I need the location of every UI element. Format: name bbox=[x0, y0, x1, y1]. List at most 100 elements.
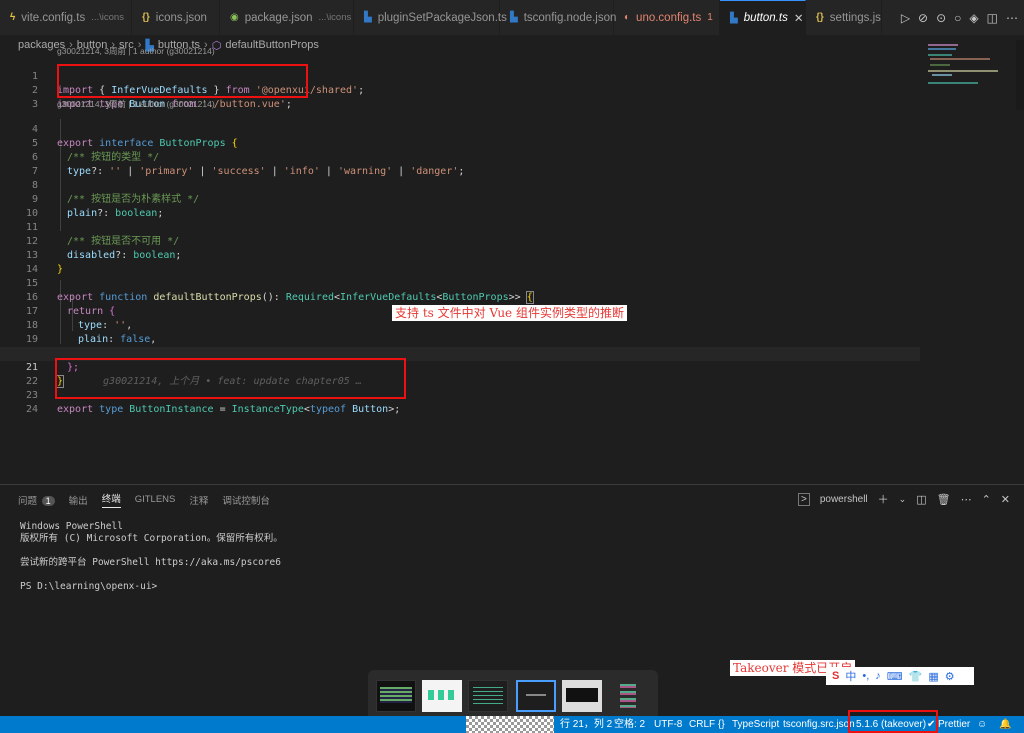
tab-label: icons.json bbox=[155, 11, 207, 24]
tab-settings-json[interactable]: {} settings.json bbox=[806, 0, 882, 35]
window-thumbnail-active[interactable] bbox=[516, 680, 556, 712]
editor-scrollbar[interactable] bbox=[1016, 40, 1024, 110]
transparency-pattern bbox=[466, 716, 554, 733]
code-editor[interactable]: g30021214, 3周前 | 1 author (g30021214) 1 … bbox=[0, 46, 920, 475]
terminal-output[interactable]: Windows PowerShell 版权所有 (C) Microsoft Cor… bbox=[20, 521, 283, 593]
indentation[interactable]: 空格: 2 bbox=[614, 716, 645, 733]
panel-tabs: 问题 1 输出 终端 GITLENS 注释 调试控制台 bbox=[18, 491, 270, 508]
new-terminal-icon[interactable]: ＋ bbox=[878, 491, 889, 507]
microphone-icon[interactable]: ♪ bbox=[875, 670, 881, 682]
tab-problem-count: 1 bbox=[707, 12, 713, 23]
tab-label: pluginSetPackageJson.ts bbox=[377, 11, 507, 24]
close-icon[interactable]: ✕ bbox=[1001, 493, 1010, 506]
bell-icon[interactable]: 🔔 bbox=[999, 716, 1011, 733]
gitlens-icon[interactable]: ◈ bbox=[969, 11, 978, 25]
tab-comments[interactable]: 注释 bbox=[189, 493, 208, 507]
code-line: 19 disabled: false, bbox=[0, 319, 920, 359]
grid-icon[interactable]: ▦ bbox=[928, 670, 938, 683]
tab-description: ...\icons bbox=[318, 12, 352, 23]
tab-problems[interactable]: 问题 1 bbox=[18, 493, 55, 507]
code-line: 20 }; bbox=[0, 333, 920, 373]
code-line: 8 /** 按钮是否为朴素样式 */ bbox=[0, 165, 920, 205]
more-actions-icon[interactable]: ⋯ bbox=[1006, 11, 1018, 25]
code-line: 17 type: '', bbox=[0, 291, 920, 331]
code-text: export type ButtonInstance = InstanceTyp… bbox=[57, 404, 401, 415]
tab-gitlens[interactable]: GITLENS bbox=[135, 494, 176, 505]
language-mode[interactable]: TypeScript bbox=[732, 716, 779, 733]
json-braces-icon: {} bbox=[142, 12, 150, 23]
terminal-line: 版权所有 (C) Microsoft Corporation。保留所有权利。 bbox=[20, 533, 283, 544]
terminal-shell-icon: > bbox=[797, 492, 810, 506]
settings-icon[interactable]: ⚙ bbox=[945, 670, 955, 683]
tab-output[interactable]: 输出 bbox=[69, 493, 88, 507]
tab-vite-config[interactable]: ϟ vite.config.ts ...\icons bbox=[0, 0, 132, 35]
code-line: 16 return { bbox=[0, 277, 920, 317]
tab-button-ts[interactable]: ▙ button.ts ✕ bbox=[720, 0, 806, 35]
keyboard-icon[interactable]: ⌨ bbox=[887, 670, 903, 683]
close-icon[interactable]: ✕ bbox=[794, 11, 804, 25]
run-icon[interactable]: ▷ bbox=[901, 11, 910, 25]
minimap[interactable] bbox=[920, 40, 1016, 100]
punctuation-icon[interactable]: •, bbox=[862, 670, 869, 682]
problems-badge: 1 bbox=[41, 495, 55, 506]
compare-icon[interactable]: ⊙ bbox=[936, 11, 946, 25]
tab-tsconfig-node-json[interactable]: ▙ tsconfig.node.json bbox=[500, 0, 617, 35]
code-line: 9 plain?: boolean; bbox=[0, 179, 920, 219]
window-thumbnail[interactable] bbox=[376, 680, 416, 712]
code-line: 14 bbox=[0, 249, 920, 275]
ts-bolt-icon: ϟ bbox=[10, 12, 16, 23]
tab-plugin-set-package-json[interactable]: ▙ pluginSetPackageJson.ts bbox=[354, 0, 507, 35]
terminal-line: 尝试新的跨平台 PowerShell https://aka.ms/pscore… bbox=[20, 557, 281, 568]
skin-icon[interactable]: 👕 bbox=[909, 670, 923, 683]
end-of-line[interactable]: CRLF bbox=[689, 716, 715, 733]
code-line: 12 disabled?: boolean; bbox=[0, 221, 920, 261]
chevron-down-icon[interactable]: ⌄ bbox=[899, 494, 907, 505]
window-thumbnail[interactable] bbox=[562, 680, 602, 712]
highlight-box-button-instance bbox=[55, 358, 406, 399]
window-thumbnail[interactable] bbox=[422, 680, 462, 712]
minimap-preview bbox=[928, 44, 998, 84]
braces-icon: {} bbox=[718, 719, 725, 730]
window-thumbnail[interactable] bbox=[608, 680, 648, 712]
window-thumbnail[interactable] bbox=[468, 680, 508, 712]
code-line: 11 /** 按钮是否不可用 */ bbox=[0, 207, 920, 247]
chinese-input-icon[interactable]: 中 bbox=[845, 668, 856, 684]
tab-terminal[interactable]: 终端 bbox=[101, 491, 121, 508]
ime-icon[interactable]: S bbox=[832, 670, 839, 682]
tsconfig-file[interactable]: tsconfig.src.json bbox=[783, 716, 855, 733]
tab-icons-json[interactable]: {} icons.json bbox=[132, 0, 220, 35]
cursor-position[interactable]: 行 21，列 2 bbox=[560, 716, 612, 733]
circle-icon[interactable]: ○ bbox=[954, 11, 961, 25]
json-braces-icon: {} bbox=[816, 12, 824, 23]
tab-debug-console[interactable]: 调试控制台 bbox=[222, 493, 270, 507]
split-terminal-icon[interactable]: ◫ bbox=[916, 493, 926, 506]
system-tray-icons: S 中 •, ♪ ⌨ 👕 ▦ ⚙ bbox=[826, 667, 974, 685]
ts-file-icon: ▙ bbox=[364, 12, 372, 23]
uno-icon: ◐ bbox=[624, 12, 631, 23]
code-line: 13 } bbox=[0, 235, 920, 275]
debug-icon[interactable]: ⊘ bbox=[918, 11, 928, 25]
npm-package-icon: ◉ bbox=[230, 12, 239, 23]
feedback-icon[interactable]: ☺ bbox=[977, 716, 987, 733]
prettier-status[interactable]: Prettier bbox=[938, 716, 970, 733]
tab-uno-config[interactable]: ◐ uno.config.ts 1 bbox=[614, 0, 720, 35]
encoding[interactable]: UTF-8 bbox=[654, 716, 682, 733]
editor-actions: ▷ ⊘ ⊙ ○ ◈ ◫ ⋯ bbox=[894, 0, 1024, 35]
tab-package-json[interactable]: ◉ package.json ...\icons bbox=[220, 0, 354, 35]
more-actions-icon[interactable]: ⋯ bbox=[961, 493, 972, 506]
maximize-panel-icon[interactable]: ⌃ bbox=[982, 493, 991, 506]
breadcrumb-item[interactable]: defaultButtonProps bbox=[225, 39, 319, 51]
code-line: 15 export function defaultButtonProps():… bbox=[0, 263, 920, 304]
split-editor-icon[interactable]: ◫ bbox=[987, 11, 998, 25]
tab-label: settings.json bbox=[829, 11, 881, 24]
tab-label: uno.config.ts bbox=[636, 11, 702, 24]
taskbar-preview-switcher bbox=[368, 670, 658, 720]
code-line: 6 type?: '' | 'primary' | 'success' | 'i… bbox=[0, 137, 920, 177]
code-line: 4 export interface ButtonProps { bbox=[0, 109, 920, 149]
terminal-line: Windows PowerShell bbox=[20, 521, 123, 532]
tab-label: tsconfig.node.json bbox=[523, 11, 617, 24]
trash-icon[interactable]: 🗑 bbox=[937, 493, 951, 506]
terminal-shell-label[interactable]: powershell bbox=[820, 494, 868, 505]
